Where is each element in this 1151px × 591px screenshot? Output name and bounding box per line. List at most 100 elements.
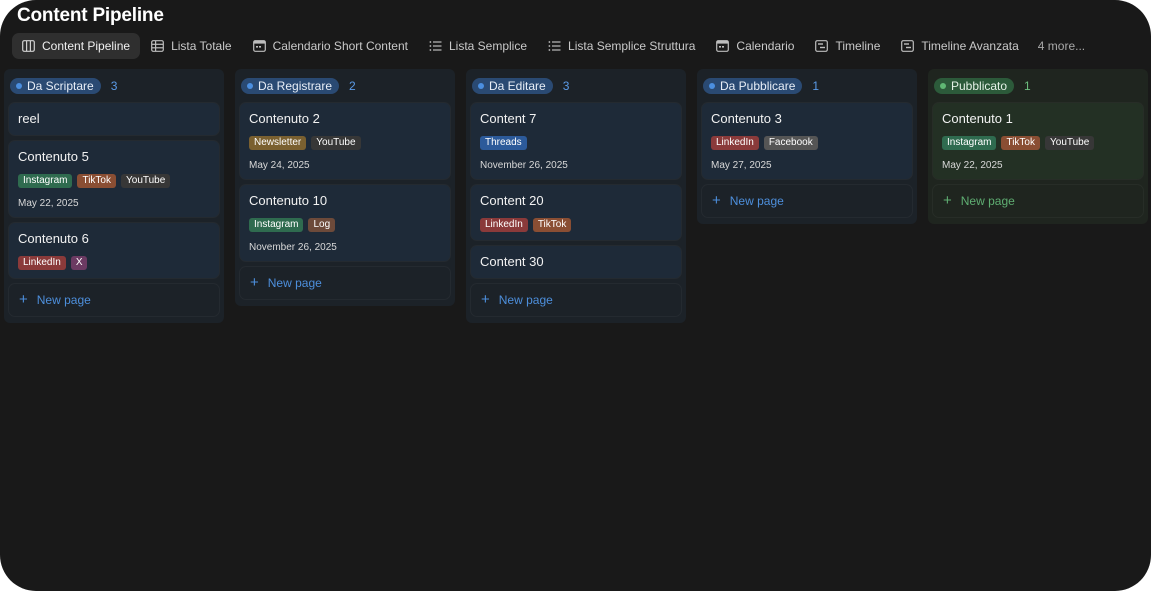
board-card[interactable]: Contenuto 3 LinkedIn Facebook May 27, 2025 (702, 103, 912, 179)
board-column-da-registrare: Da Registrare 2 Contenuto 2 Newsletter YouTu… (235, 69, 455, 306)
platform-tag: Instagram (18, 174, 73, 188)
card-title: Content 30 (480, 254, 544, 269)
new-page-label: New page (960, 194, 1015, 208)
card-title: Contenuto 6 (18, 231, 89, 246)
plus-icon: + (481, 291, 490, 308)
board-card[interactable]: Content 7 Threads November 26, 2025 (471, 103, 681, 179)
board-card[interactable]: Contenuto 1 Instagram TikTok YouTube May 22,… (933, 103, 1143, 179)
platform-tag: Instagram (942, 136, 997, 150)
tab-timeline-avanzata[interactable]: Timeline Avanzata (891, 33, 1028, 59)
tab-calendario[interactable]: Calendario (706, 33, 804, 59)
board-card[interactable]: Content 30 (471, 246, 681, 278)
card-title: Content 7 (480, 111, 537, 126)
card-tags: LinkedIn Facebook (711, 136, 903, 150)
column-header: Da Editare 3 (471, 75, 681, 97)
column-count: 3 (110, 79, 118, 93)
column-count: 2 (349, 79, 356, 93)
new-page-button[interactable]: + New page (933, 185, 1143, 217)
tab-lista-totale[interactable]: Lista Totale (141, 33, 242, 59)
status-badge[interactable]: Da Pubblicare (703, 78, 803, 94)
status-dot-icon (940, 83, 946, 89)
card-title: Content 20 (480, 193, 544, 208)
status-label: Pubblicato (951, 79, 1008, 93)
new-page-button[interactable]: + New page (471, 284, 681, 316)
new-page-label: New page (498, 293, 553, 307)
new-page-button[interactable]: + New page (702, 185, 912, 217)
board-column-pubblicato: Pubblicato 1 Contenuto 1 Instagram TikTok You… (928, 69, 1148, 224)
status-dot-icon (16, 83, 22, 89)
new-page-button[interactable]: + New page (9, 284, 219, 316)
column-count: 1 (812, 79, 820, 93)
platform-tag: YouTube (311, 136, 361, 150)
tab-label: Content Pipeline (42, 39, 131, 53)
board-column-da-editare: Da Editare 3 Content 7 Threads November 26, … (466, 69, 686, 323)
column-header: Da Pubblicare 1 (702, 75, 912, 97)
new-page-label: New page (729, 194, 784, 208)
plus-icon: + (250, 274, 259, 291)
card-date: May 22, 2025 (942, 160, 1003, 171)
card-date: November 26, 2025 (480, 160, 568, 171)
card-tags: Newsletter YouTube (249, 136, 441, 150)
status-dot-icon (709, 83, 715, 89)
calendar-icon (252, 40, 266, 52)
status-badge[interactable]: Da Scriptare (10, 78, 101, 94)
list-icon (548, 40, 561, 52)
plus-icon: + (712, 192, 721, 209)
column-count: 1 (1024, 79, 1031, 93)
card-date: May 24, 2025 (249, 160, 310, 171)
column-header: Da Registrare 2 (240, 75, 450, 97)
card-title: Contenuto 3 (711, 111, 782, 126)
platform-tag: Newsletter (249, 136, 307, 150)
board-column-da-pubblicare: Da Pubblicare 1 Contenuto 3 LinkedIn Faceboo… (697, 69, 917, 224)
status-dot-icon (247, 83, 253, 89)
card-date: May 22, 2025 (18, 198, 79, 209)
card-date: November 26, 2025 (249, 242, 337, 253)
board-card[interactable]: Contenuto 5 Instagram TikTok YouTube May 22,… (9, 141, 219, 217)
platform-tag: LinkedIn (711, 136, 759, 150)
platform-tag: LinkedIn (18, 256, 66, 270)
board-card[interactable]: Contenuto 2 Newsletter YouTube May 24, 2025 (240, 103, 450, 179)
board-card[interactable]: Contenuto 6 LinkedIn X (9, 223, 219, 278)
tab-lista-semplice[interactable]: Lista Semplice (419, 33, 537, 59)
status-badge[interactable]: Pubblicato (934, 78, 1015, 94)
board-icon (22, 40, 35, 52)
card-tags: Instagram TikTok YouTube (942, 136, 1134, 150)
status-badge[interactable]: Da Editare (472, 78, 553, 94)
tab-lista-semplice-struttura[interactable]: Lista Semplice Struttura (538, 33, 705, 59)
board-card[interactable]: reel (9, 103, 219, 135)
card-tags: Instagram Log (249, 218, 441, 232)
kanban-board: Da Scriptare 3 reel Contenuto 5 Instagram Tik… (4, 69, 1151, 339)
card-title: Contenuto 1 (942, 111, 1013, 126)
platform-tag: Instagram (249, 218, 304, 232)
table-icon (151, 40, 164, 52)
column-header: Da Scriptare 3 (9, 75, 219, 97)
platform-tag: Threads (480, 136, 527, 150)
board-column-da-scriptare: Da Scriptare 3 reel Contenuto 5 Instagram Tik… (4, 69, 224, 323)
plus-icon: + (19, 291, 28, 308)
new-page-label: New page (267, 276, 322, 290)
view-tabs: Content Pipeline Lista Totale Calendario S… (12, 33, 1093, 59)
card-tags: LinkedIn X (18, 256, 210, 270)
card-tags: Instagram TikTok YouTube (18, 174, 210, 188)
status-dot-icon (478, 83, 484, 89)
tab-calendario-short-content[interactable]: Calendario Short Content (243, 33, 418, 59)
tab-content-pipeline[interactable]: Content Pipeline (12, 33, 141, 59)
more-views-button[interactable]: 4 more... (1030, 39, 1093, 53)
board-card[interactable]: Contenuto 10 Instagram Log November 26, 202… (240, 185, 450, 261)
tab-timeline[interactable]: Timeline (805, 33, 890, 59)
timeline-icon (901, 40, 915, 52)
page-title: Content Pipeline (17, 5, 164, 26)
tab-label: Timeline (835, 39, 881, 53)
list-icon (429, 40, 442, 52)
timeline-icon (815, 40, 829, 52)
column-header: Pubblicato 1 (933, 75, 1143, 97)
calendar-icon (716, 40, 730, 52)
platform-tag: TikTok (1001, 136, 1040, 150)
tab-label: Lista Semplice Struttura (568, 39, 696, 53)
board-card[interactable]: Content 20 LinkedIn TikTok (471, 185, 681, 240)
card-title: reel (18, 111, 40, 126)
new-page-button[interactable]: + New page (240, 267, 450, 299)
card-tags: LinkedIn TikTok (480, 218, 672, 232)
card-tags: Threads (480, 136, 672, 150)
status-badge[interactable]: Da Registrare (241, 78, 340, 94)
